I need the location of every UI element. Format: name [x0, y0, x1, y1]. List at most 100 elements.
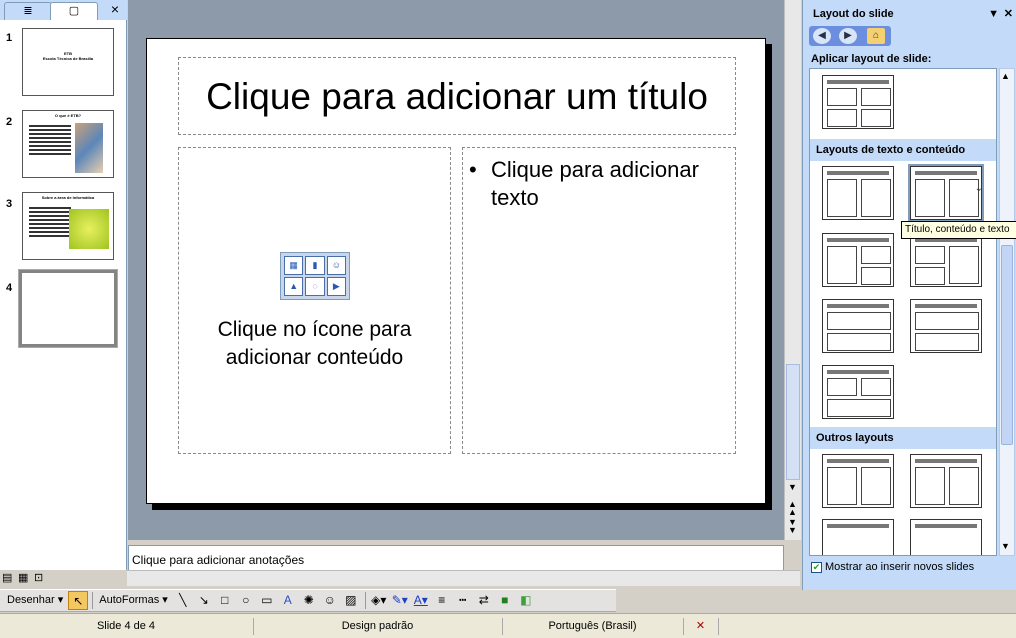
thumbnail-text-lines [29, 207, 71, 239]
line-style-icon[interactable]: ≡ [432, 591, 452, 610]
separator [364, 592, 366, 609]
picture-icon[interactable]: ▨ [341, 591, 361, 610]
3d-icon[interactable]: ◧ [516, 591, 536, 610]
layout-title-2-content-text[interactable] [910, 233, 982, 287]
autoshapes-label: AutoFormas [99, 594, 160, 606]
horizontal-scrollbar[interactable] [60, 570, 800, 586]
arrow-icon[interactable]: ↘ [194, 591, 214, 610]
thumbnail-title: ETB Escola Técnica de Brasília [42, 51, 94, 61]
insert-content-icons: ▦ ▮ ☺ ▲ ◌ ▶ [280, 252, 350, 300]
picture-icon[interactable]: ▲ [284, 277, 304, 296]
slide-count-status: Slide 4 de 4 [96, 620, 156, 632]
task-pane-title-text: Layout do slide [813, 8, 894, 20]
title-placeholder[interactable]: Clique para adicionar um título [178, 57, 736, 135]
layout-title-text-2-content[interactable] [822, 233, 894, 287]
thumbnail-title: Sobre a área de Informática [41, 195, 95, 200]
layout-tooltip: Título, conteúdo e texto [901, 221, 1016, 239]
thumbnail-image [75, 123, 103, 173]
slide-thumbnail-2[interactable]: O que é ETB? [22, 110, 114, 178]
thumbnail-image [69, 209, 109, 249]
task-pane: Layout do slide ▼ ✕ ◀ ▶ ⌂ Aplicar layout… [802, 0, 1016, 590]
arrow-style-icon[interactable]: ⇄ [474, 591, 494, 610]
outline-tab[interactable]: ≣ [4, 2, 52, 20]
scroll-up-icon[interactable]: ▲ [1001, 71, 1010, 81]
slides-pane: ≣ ▢ × 1 ETB Escola Técnica de Brasília 2… [0, 0, 127, 570]
category-other-layouts: Outros layouts [810, 427, 996, 449]
slide-icon: ▢ [68, 5, 80, 17]
vertical-scrollbar[interactable]: ▼ ▲ ▲ ▼ ▼ [784, 0, 801, 540]
apply-layout-label: Aplicar layout de slide: [811, 53, 932, 65]
dash-style-icon[interactable]: ┅ [453, 591, 473, 610]
clipart-icon[interactable]: ☺ [320, 591, 340, 610]
bullet-text: Clique para adicionar texto [491, 157, 699, 210]
task-pane-scrollbar[interactable]: ▲ ▼ [999, 68, 1015, 556]
layout-title-4-content[interactable] [822, 75, 894, 129]
slide: Clique para adicionar um título ▦ ▮ ☺ ▲ … [146, 38, 766, 504]
scroll-down-icon[interactable]: ▼ [1001, 541, 1010, 551]
previous-slide-icon[interactable]: ▲ ▲ [788, 500, 797, 517]
chevron-down-icon[interactable]: ⌄ [975, 183, 983, 194]
clipart-icon[interactable]: ☺ [326, 256, 346, 275]
slide-number: 3 [6, 198, 13, 210]
back-icon[interactable]: ◀ [813, 28, 831, 44]
design-status: Design padrão [253, 618, 501, 635]
layout-gallery: Layouts de texto e conteúdo ⌄ Outros lay… [809, 68, 997, 556]
slide-thumbnail-1[interactable]: ETB Escola Técnica de Brasília [22, 28, 114, 96]
slide-thumbnail-4[interactable] [18, 269, 118, 348]
layout-title-text-clipart[interactable] [822, 454, 894, 508]
fill-color-icon[interactable]: ◈▾ [369, 591, 389, 610]
diagram-icon[interactable]: ✺ [299, 591, 319, 610]
show-on-insert-checkbox[interactable]: ✔ Mostrar ao inserir novos slides [811, 561, 974, 573]
diagram-icon[interactable]: ◌ [305, 277, 325, 296]
view-buttons: ▤ ▦ ⊡ [0, 570, 127, 586]
chart-icon[interactable]: ▮ [305, 256, 325, 275]
shadow-icon[interactable]: ■ [495, 591, 515, 610]
slides-tab[interactable]: ▢ [50, 2, 98, 20]
layout-title-clipart-text[interactable] [910, 454, 982, 508]
rectangle-icon[interactable]: □ [215, 591, 235, 610]
media-icon[interactable]: ▶ [326, 277, 346, 296]
scroll-thumb[interactable] [786, 364, 800, 480]
next-slide-icon[interactable]: ▼ ▼ [788, 518, 797, 535]
task-pane-nav: ◀ ▶ ⌂ [809, 26, 891, 46]
draw-menu-button[interactable]: Desenhar ▾ [4, 591, 66, 610]
home-icon[interactable]: ⌂ [867, 28, 885, 44]
pane-tabs: ≣ ▢ × [0, 0, 127, 20]
select-pointer-icon[interactable]: ↖ [68, 591, 89, 610]
slide-number: 4 [6, 282, 13, 294]
draw-label: Desenhar [7, 594, 55, 606]
layout-title-text-content[interactable] [822, 166, 894, 220]
slide-thumbnail-3[interactable]: Sobre a área de Informática [22, 192, 114, 260]
slide-number: 2 [6, 116, 13, 128]
layout-title-content-text[interactable]: ⌄ [908, 164, 984, 222]
layout-title-content-over-text[interactable] [910, 299, 982, 353]
autoshapes-menu-button[interactable]: AutoFormas ▾ [96, 591, 171, 610]
show-on-insert-label: Mostrar ao inserir novos slides [825, 561, 975, 573]
scroll-down-icon[interactable]: ▼ [788, 482, 797, 492]
layout-title-2-content-over-text[interactable] [822, 365, 894, 419]
text-placeholder[interactable]: • Clique para adicionar texto [462, 147, 736, 454]
textbox-icon[interactable]: ▭ [257, 591, 277, 610]
thumbnail-text-lines [29, 125, 71, 157]
oval-icon[interactable]: ○ [236, 591, 256, 610]
line-color-icon[interactable]: ✎▾ [390, 591, 410, 610]
wordart-icon[interactable]: A [278, 591, 298, 610]
line-icon[interactable]: ╲ [173, 591, 193, 610]
layout-title-text-over-content[interactable] [822, 299, 894, 353]
content-placeholder[interactable]: ▦ ▮ ☺ ▲ ◌ ▶ Clique no ícone para adicion… [178, 147, 451, 454]
layout-title-text-chart[interactable] [822, 519, 894, 555]
status-bar: Slide 4 de 4 Design padrão Português (Br… [0, 613, 1016, 638]
slide-sorter-icon[interactable]: ▦ [18, 571, 28, 584]
spellcheck-icon[interactable]: ✕ [683, 618, 717, 635]
forward-icon[interactable]: ▶ [839, 28, 857, 44]
normal-view-icon[interactable]: ▤ [2, 571, 12, 584]
dropdown-icon[interactable]: ▼ [988, 4, 999, 24]
close-icon[interactable]: ✕ [1004, 4, 1013, 24]
scroll-thumb[interactable] [1001, 245, 1013, 445]
close-icon[interactable]: × [111, 1, 119, 17]
slideshow-icon[interactable]: ⊡ [34, 571, 43, 584]
layout-title-chart-text[interactable] [910, 519, 982, 555]
drawing-toolbar: Desenhar ▾ ↖ AutoFormas ▾ ╲ ↘ □ ○ ▭ A ✺ … [0, 589, 616, 612]
table-icon[interactable]: ▦ [284, 256, 304, 275]
font-color-icon[interactable]: A▾ [411, 591, 431, 610]
